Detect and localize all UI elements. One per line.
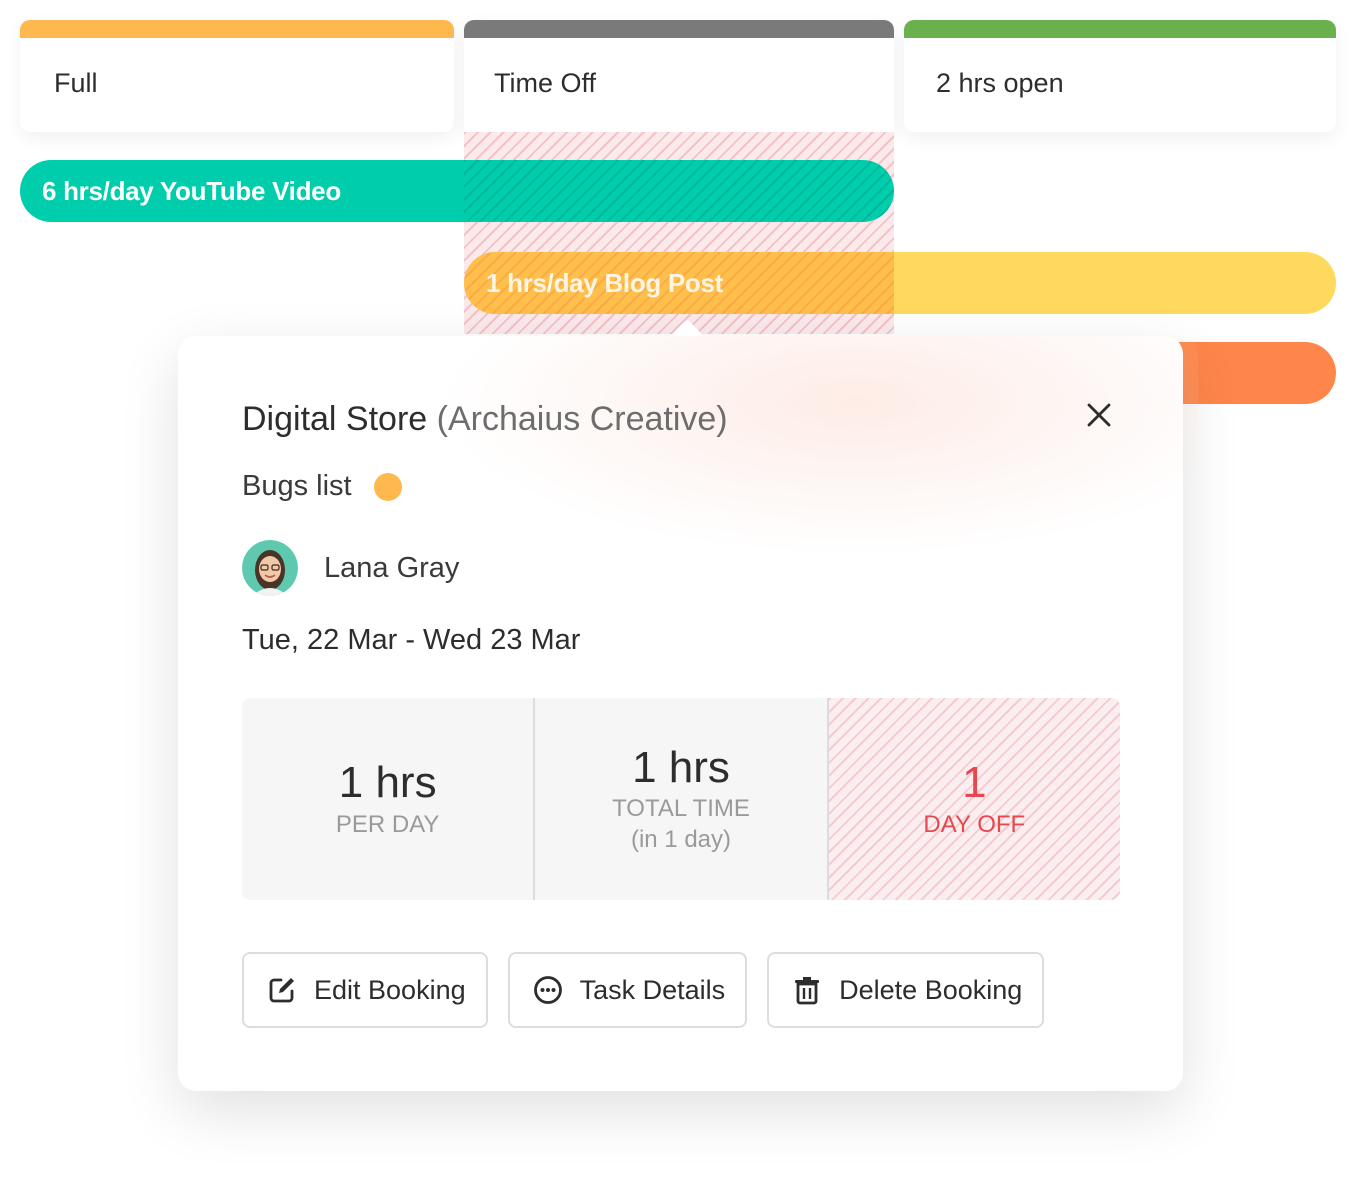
booking-bar-youtube-video[interactable]: 6 hrs/day YouTube Video	[20, 160, 894, 222]
delete-booking-label: Delete Booking	[839, 974, 1023, 1005]
capacity-bar	[464, 20, 894, 38]
day-card-time-off[interactable]: Time Off	[464, 20, 894, 132]
assignee-row: Lana Gray	[242, 540, 459, 596]
popup-glow	[438, 336, 1198, 556]
total-time-value: 1 hrs	[632, 742, 730, 792]
total-time-label: TOTAL TIME	[612, 795, 750, 823]
edit-booking-label: Edit Booking	[314, 974, 466, 1005]
close-icon	[1087, 403, 1111, 427]
client-name: (Archaius Creative)	[436, 400, 728, 438]
booking-label: 6 hrs/day YouTube Video	[42, 175, 341, 206]
task-details-button[interactable]: Task Details	[507, 952, 748, 1028]
per-day-value: 1 hrs	[338, 758, 437, 808]
total-time-sub: (in 1 day)	[630, 826, 732, 854]
popup-title: Digital Store (Archaius Creative)	[242, 400, 728, 439]
booking-stats: 1 hrs PER DAY 1 hrs TOTAL TIME (in 1 day…	[242, 698, 1120, 900]
task-name: Bugs list	[242, 470, 352, 502]
trash-icon	[795, 977, 820, 1005]
day-card-full[interactable]: Full	[20, 20, 454, 132]
popup-actions: Edit Booking Task Details Delete Booking	[242, 952, 1045, 1028]
day-status-label: Time Off	[494, 68, 597, 98]
close-button[interactable]	[1082, 398, 1116, 432]
day-off-label: DAY OFF	[923, 810, 1026, 838]
date-range: Tue, 22 Mar - Wed 23 Mar	[242, 624, 581, 656]
capacity-bar	[904, 20, 1336, 38]
stat-day-off: 1 DAY OFF	[826, 698, 1120, 900]
assignee-name: Lana Gray	[324, 551, 460, 584]
day-card-open[interactable]: 2 hrs open	[904, 20, 1336, 132]
per-day-label: PER DAY	[335, 810, 440, 838]
booking-popup: Digital Store (Archaius Creative) Bugs l…	[178, 319, 1198, 1091]
time-off-overlay	[464, 160, 894, 222]
booking-bar-blog-post[interactable]: 1 hrs/day Blog Post	[464, 252, 1336, 314]
more-icon	[533, 976, 562, 1004]
task-color-dot	[373, 472, 402, 501]
stat-total-time: 1 hrs TOTAL TIME (in 1 day)	[533, 698, 827, 900]
day-status-label: 2 hrs open	[936, 68, 1064, 98]
booking-label: 1 hrs/day Blog Post	[486, 267, 724, 298]
schedule-view: Full Time Off 2 hrs open 6 hrs/day YouTu…	[0, 0, 1360, 1202]
delete-booking-button[interactable]: Delete Booking	[767, 952, 1045, 1028]
stat-per-day: 1 hrs PER DAY	[242, 698, 534, 900]
edit-icon	[269, 978, 294, 1003]
task-details-label: Task Details	[579, 974, 726, 1005]
avatar	[242, 540, 298, 596]
day-off-value: 1	[962, 758, 987, 808]
day-status-label: Full	[54, 68, 98, 98]
capacity-bar	[20, 20, 454, 38]
project-name: Digital Store	[242, 400, 428, 438]
edit-booking-button[interactable]: Edit Booking	[242, 952, 488, 1028]
task-row: Bugs list	[242, 470, 402, 503]
